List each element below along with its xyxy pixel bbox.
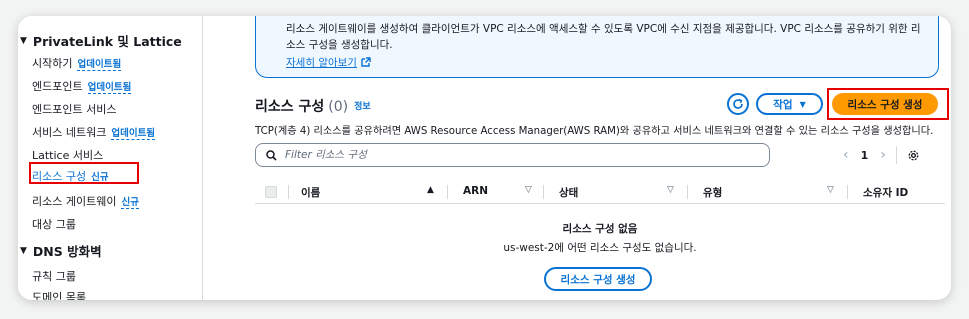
sidebar-item-domain-lists[interactable]: 도메인 목록 (32, 289, 86, 300)
actions-label: 작업 (773, 98, 793, 111)
select-all-checkbox[interactable] (265, 186, 277, 198)
sidebar-nav: ▼ PrivateLink 및 Lattice 시작하기 업데이트됨 엔드포인트 업… (18, 16, 203, 300)
external-link-icon (361, 57, 371, 67)
next-page-icon[interactable]: › (880, 147, 886, 163)
column-header-status[interactable]: 상태 (559, 185, 578, 200)
column-divider (447, 185, 448, 199)
updated-badge: 업데이트됨 (77, 59, 122, 71)
sidebar-item-label: 도메인 목록 (32, 291, 87, 300)
sidebar-section-title: PrivateLink 및 Lattice (32, 34, 182, 49)
page-number[interactable]: 1 (861, 149, 869, 162)
sidebar-item-label: Lattice 서비스 (32, 149, 104, 162)
empty-state-title: 리소스 구성 없음 (562, 223, 638, 235)
learn-more-label: 자세히 알아보기 (286, 57, 357, 69)
sidebar-item-lattice-services[interactable]: Lattice 서비스 (32, 147, 103, 163)
sort-icon[interactable]: ▽ (667, 185, 674, 195)
sidebar-item-label: 서비스 네트워크 (32, 126, 107, 139)
page-title: 리소스 구성 (0) 정보 (255, 96, 371, 116)
refresh-button[interactable] (727, 93, 749, 115)
pagination: ‹ 1 › (843, 146, 920, 164)
settings-button[interactable] (907, 149, 920, 162)
empty-state-button-label: 리소스 구성 생성 (560, 273, 636, 286)
gear-icon (908, 150, 919, 160)
sidebar-item-getting-started[interactable]: 시작하기 업데이트됨 (32, 55, 122, 71)
actions-dropdown-button[interactable]: 작업 ▼ (756, 93, 823, 115)
highlight-box (827, 88, 949, 120)
column-header-type[interactable]: 유형 (703, 185, 722, 200)
empty-state-create-button[interactable]: 리소스 구성 생성 (544, 267, 652, 291)
info-link[interactable]: 정보 (354, 102, 371, 112)
sidebar-item-label: 엔드포인트 서비스 (32, 103, 117, 116)
sort-ascending-icon[interactable]: ▲ (427, 185, 434, 195)
sidebar-item-endpoint-services[interactable]: 엔드포인트 서비스 (32, 101, 116, 117)
column-divider (288, 185, 289, 199)
search-icon (266, 149, 277, 161)
table-header: 이름 ▲ ARN ▽ 상태 ▽ 유형 ▽ 소유자 ID (255, 181, 945, 204)
sidebar-section-dns-firewall[interactable]: ▼ DNS 방화벽 (20, 241, 102, 260)
item-count: (0) (328, 99, 349, 115)
caret-down-icon: ▼ (799, 99, 806, 109)
main-content: 리소스 게이트웨이를 생성하여 클라이언트가 VPC 리소스에 액세스할 수 있… (203, 16, 951, 300)
column-header-owner-id[interactable]: 소유자 ID (863, 185, 908, 200)
info-alert: 리소스 게이트웨이를 생성하여 클라이언트가 VPC 리소스에 액세스할 수 있… (255, 16, 939, 78)
sidebar-item-label: 대상 그룹 (32, 218, 76, 231)
prev-page-icon[interactable]: ‹ (843, 147, 849, 163)
sort-icon[interactable]: ▽ (525, 185, 532, 195)
updated-badge: 업데이트됨 (87, 82, 132, 94)
refresh-icon (733, 98, 743, 109)
sidebar-item-target-groups[interactable]: 대상 그룹 (32, 216, 76, 232)
caret-down-icon: ▼ (20, 35, 27, 46)
new-badge: 신규 (121, 197, 139, 209)
console-window: ▼ PrivateLink 및 Lattice 시작하기 업데이트됨 엔드포인트 업… (18, 16, 951, 300)
learn-more-link[interactable]: 자세히 알아보기 (286, 55, 371, 70)
sidebar-item-rule-groups[interactable]: 규칙 그룹 (32, 268, 76, 284)
sidebar-item-resource-gateways[interactable]: 리소스 게이트웨이 신규 (32, 193, 139, 209)
column-divider (687, 185, 688, 199)
sidebar-item-label: 시작하기 (32, 57, 73, 70)
info-alert-text: 리소스 게이트웨이를 생성하여 클라이언트가 VPC 리소스에 액세스할 수 있… (286, 23, 921, 51)
highlight-box (29, 162, 139, 184)
column-divider (847, 185, 848, 199)
sidebar-section-title: DNS 방화벽 (32, 244, 102, 259)
sidebar-section-privatelink[interactable]: ▼ PrivateLink 및 Lattice (20, 31, 182, 50)
sidebar-item-label: 리소스 게이트웨이 (32, 195, 117, 208)
search-box[interactable] (255, 143, 770, 167)
page-title-text: 리소스 구성 (255, 99, 325, 115)
column-header-name[interactable]: 이름 (301, 185, 320, 200)
column-header-arn[interactable]: ARN (463, 185, 488, 197)
sidebar-item-label: 규칙 그룹 (32, 270, 76, 283)
sidebar-item-service-networks[interactable]: 서비스 네트워크 업데이트됨 (32, 124, 156, 140)
caret-down-icon: ▼ (20, 245, 27, 256)
search-input[interactable] (283, 148, 747, 162)
sort-icon[interactable]: ▽ (827, 185, 834, 195)
updated-badge: 업데이트됨 (111, 128, 156, 140)
divider (895, 146, 897, 164)
sidebar-item-endpoints[interactable]: 엔드포인트 업데이트됨 (32, 78, 132, 94)
sidebar-item-label: 엔드포인트 (32, 80, 83, 93)
empty-state-subtitle: us-west-2에 어떤 리소스 구성도 없습니다. (503, 242, 697, 254)
column-divider (543, 185, 544, 199)
page-description: TCP(계층 4) 리소스를 공유하려면 AWS Resource Access… (255, 126, 934, 137)
